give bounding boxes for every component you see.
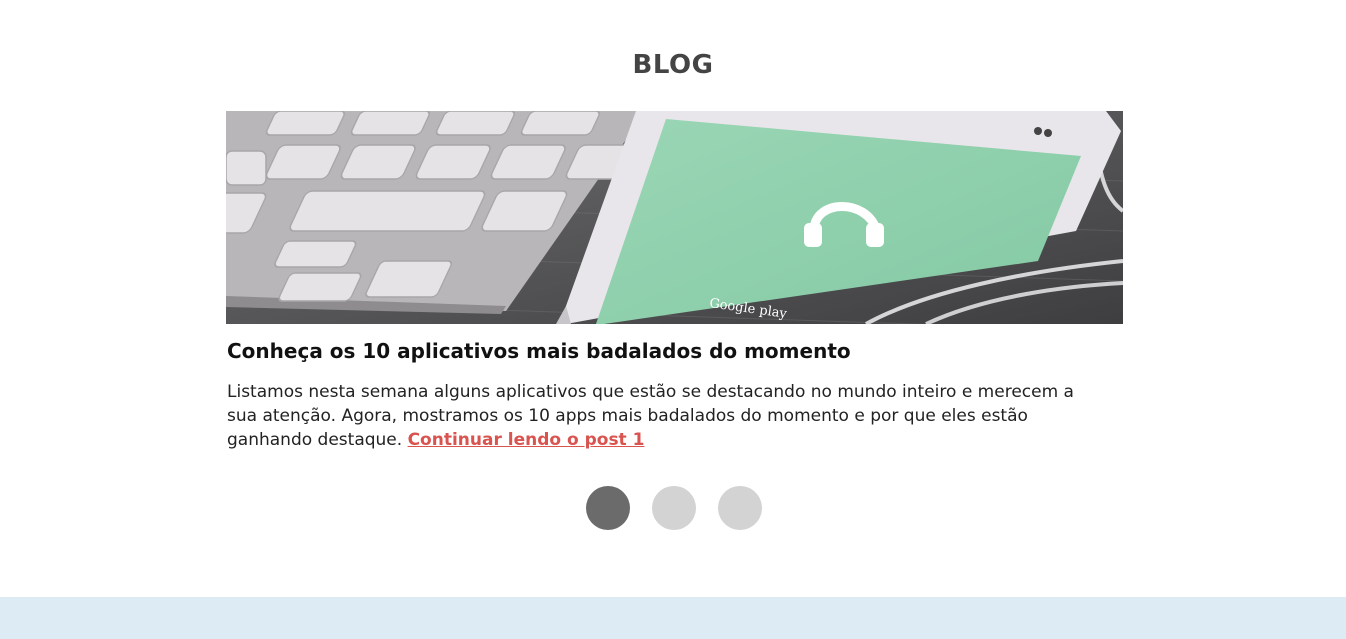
carousel-dot-3[interactable] <box>718 486 762 530</box>
carousel-dots <box>586 486 762 530</box>
post-photo: Google play <box>226 111 1123 324</box>
post-image[interactable]: Google play <box>226 111 1123 324</box>
post-excerpt-text: Listamos nesta semana alguns aplicativos… <box>227 382 1074 450</box>
post-title[interactable]: Conheça os 10 aplicativos mais badalados… <box>227 339 1127 363</box>
blog-section: BLOG Google play Conheça os 10 aplicativ… <box>0 0 1346 597</box>
section-title: BLOG <box>632 50 714 80</box>
carousel-dot-2[interactable] <box>652 486 696 530</box>
carousel-dot-1[interactable] <box>586 486 630 530</box>
footer-band <box>0 597 1346 639</box>
continue-reading-link[interactable]: Continuar lendo o post 1 <box>408 430 645 450</box>
post-excerpt: Listamos nesta semana alguns aplicativos… <box>227 380 1097 452</box>
